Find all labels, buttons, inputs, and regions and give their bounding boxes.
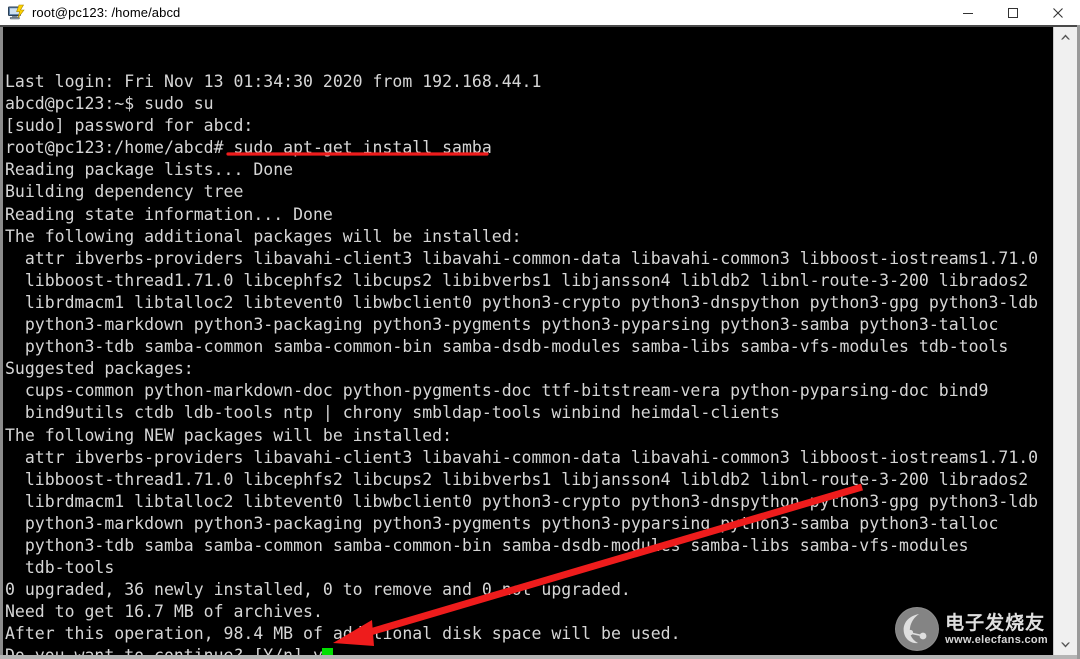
terminal-line: Need to get 16.7 MB of archives. <box>5 602 323 622</box>
watermark: 电子发烧友 www.elecfans.com <box>895 607 1048 651</box>
terminal-line: Reading state information... Done <box>5 204 333 224</box>
terminal-line: bind9utils ctdb ldb-tools ntp | chrony s… <box>5 403 780 423</box>
terminal-line: The following additional packages will b… <box>5 226 522 246</box>
terminal-line: [sudo] password for abcd: <box>5 116 254 136</box>
terminal-screen[interactable]: Last login: Fri Nov 13 01:34:30 2020 fro… <box>3 27 1053 657</box>
terminal-line: python3-markdown python3-packaging pytho… <box>5 513 999 533</box>
watermark-url: www.elecfans.com <box>945 633 1048 646</box>
title-bar[interactable]: root@pc123: /home/abcd <box>0 0 1080 25</box>
terminal-line: root@pc123:/home/abcd# sudo apt-get inst… <box>5 138 492 158</box>
window-controls <box>945 0 1080 25</box>
terminal-line: attr ibverbs-providers libavahi-client3 … <box>5 447 1039 467</box>
terminal-line: libboost-thread1.71.0 libcephfs2 libcups… <box>5 270 1029 290</box>
terminal-line: After this operation, 98.4 MB of additio… <box>5 624 681 644</box>
terminal-line: python3-tdb samba-common samba-common-bi… <box>5 337 1009 357</box>
terminal-scrollbar[interactable] <box>1053 27 1077 655</box>
terminal-output: Last login: Fri Nov 13 01:34:30 2020 fro… <box>5 71 1038 657</box>
watermark-brand: 电子发烧友 <box>945 611 1046 634</box>
terminal-window: root@pc123: /home/abcd Last login: Fri N… <box>0 0 1080 659</box>
scroll-down-button[interactable] <box>1054 635 1077 655</box>
terminal-line: cups-common python-markdown-doc python-p… <box>5 381 989 401</box>
terminal-frame: Last login: Fri Nov 13 01:34:30 2020 fro… <box>0 25 1080 659</box>
maximize-button[interactable] <box>990 0 1035 25</box>
terminal-line: Building dependency tree <box>5 182 244 202</box>
terminal-line: librdmacm1 libtalloc2 libtevent0 libwbcl… <box>5 292 1039 312</box>
terminal-line: Suggested packages: <box>5 359 194 379</box>
terminal-line: attr ibverbs-providers libavahi-client3 … <box>5 248 1039 268</box>
minimize-button[interactable] <box>945 0 990 25</box>
terminal-line: python3-tdb samba samba-common samba-com… <box>5 535 969 555</box>
terminal-line: Reading package lists... Done <box>5 160 294 180</box>
terminal-line: python3-markdown python3-packaging pytho… <box>5 315 999 335</box>
terminal-line: librdmacm1 libtalloc2 libtevent0 libwbcl… <box>5 491 1039 511</box>
terminal-line: tdb-tools <box>5 558 115 578</box>
chevron-down-icon <box>1061 642 1070 648</box>
terminal-line: abcd@pc123:~$ sudo su <box>5 94 214 114</box>
terminal-line: libboost-thread1.71.0 libcephfs2 libcups… <box>5 469 1029 489</box>
terminal-line: 0 upgraded, 36 newly installed, 0 to rem… <box>5 580 631 600</box>
scroll-up-button[interactable] <box>1054 27 1077 47</box>
terminal-bottom-border <box>0 655 1080 659</box>
chevron-up-icon <box>1061 34 1070 40</box>
terminal-line: Last login: Fri Nov 13 01:34:30 2020 fro… <box>5 72 542 91</box>
putty-terminal-icon <box>7 4 25 22</box>
terminal-line: The following NEW packages will be insta… <box>5 425 453 445</box>
close-button[interactable] <box>1035 0 1080 25</box>
window-title: root@pc123: /home/abcd <box>32 5 181 20</box>
elecfans-logo-icon <box>895 607 940 651</box>
